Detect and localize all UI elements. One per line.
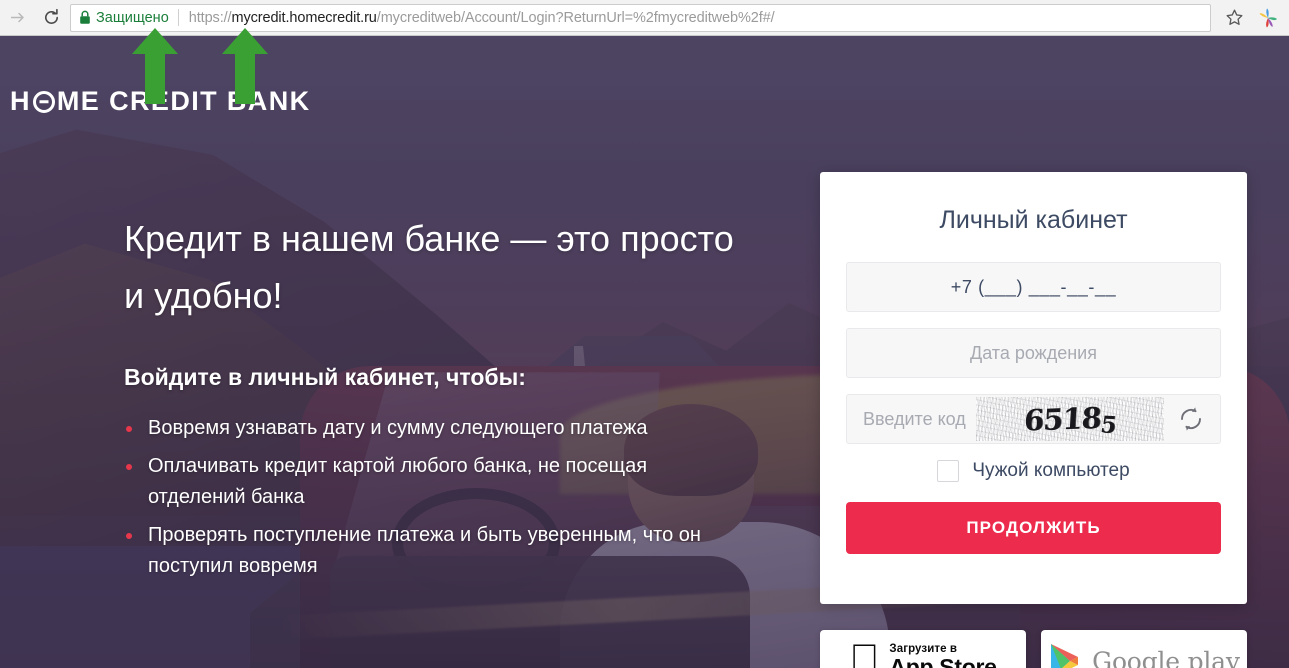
logo-text-part2: ME CREDIT BANK [56, 86, 311, 116]
continue-button[interactable]: ПРОДОЛЖИТЬ [846, 502, 1221, 554]
googleplay-badge[interactable]: Google play [1041, 630, 1247, 668]
refresh-captcha-button[interactable] [1168, 397, 1214, 441]
list-item: Проверять поступление платежа и быть уве… [124, 520, 744, 582]
birthdate-input[interactable]: Дата рождения [846, 328, 1221, 378]
captcha-input[interactable]: Введите код [863, 409, 966, 430]
benefits-list: Вовремя узнавать дату и сумму следующего… [124, 413, 744, 582]
appstore-big-text: App Store [874, 653, 997, 668]
secure-label: Защищено [96, 9, 169, 26]
list-item: Оплачивать кредит картой любого банка, н… [124, 451, 744, 513]
url-host: mycredit.homecredit.ru [231, 9, 377, 26]
green-arrow-to-secure-badge [132, 28, 178, 104]
page-title: Кредит в нашем банке — это просто и удоб… [124, 218, 734, 316]
lock-icon [80, 10, 90, 24]
url-path: /mycreditweb/Account/Login?ReturnUrl=%2f… [376, 9, 775, 26]
browser-toolbar: Защищено https://mycredit.homecredit.ru/… [0, 0, 1289, 36]
foreign-computer-row[interactable]: Чужой компьютер [846, 460, 1221, 482]
logo-text-part1: H [10, 86, 31, 116]
extension-pinwheel-icon[interactable] [1251, 1, 1285, 35]
green-arrow-to-url [222, 28, 268, 104]
url-scheme: https:// [188, 9, 232, 26]
logo-circle-mark-icon [32, 90, 55, 113]
captcha-code-tail: 5 [1098, 411, 1118, 440]
captcha-row: Введите код 65185 [846, 394, 1221, 444]
forward-arrow-icon[interactable] [0, 1, 34, 35]
birthdate-placeholder: Дата рождения [970, 342, 1097, 363]
foreign-computer-label: Чужой компьютер [972, 460, 1130, 481]
captcha-image: 65185 [975, 397, 1164, 441]
googleplay-label: Google play [1092, 646, 1240, 668]
security-status-badge[interactable]: Защищено [79, 10, 178, 26]
foreign-computer-checkbox[interactable] [937, 460, 960, 482]
hero-subhead: Войдите в личный кабинет, чтобы: [124, 364, 526, 390]
appstore-label: Загрузите в App Store [874, 643, 997, 668]
captcha-code: 65185 [1023, 400, 1118, 440]
appstore-badge[interactable]:  Загрузите в App Store [820, 630, 1026, 668]
web-page: H ME CREDIT BANK Кредит в нашем банке — э… [0, 36, 1289, 668]
reload-icon[interactable] [34, 1, 68, 35]
login-card-title: Личный кабинет [939, 206, 1128, 234]
star-icon[interactable] [1217, 1, 1251, 35]
list-item: Вовремя узнавать дату и сумму следующего… [124, 413, 744, 444]
phone-input[interactable]: +7 (___) ___-__-__ [846, 262, 1221, 312]
url-text: https://mycredit.homecredit.ru/mycreditw… [179, 10, 775, 26]
google-play-triangle-icon [1051, 644, 1079, 668]
captcha-code-main: 6518 [1023, 400, 1102, 438]
phone-input-value: +7 (___) ___-__-__ [950, 276, 1117, 297]
app-store-badges:  Загрузите в App Store Google play [820, 630, 1247, 668]
login-card: Личный кабинет +7 (___) ___-__-__ Дата р… [820, 172, 1247, 604]
hero-copy: Кредит в нашем банке — это просто и удоб… [124, 210, 744, 589]
refresh-icon [1181, 407, 1201, 431]
browser-window: Защищено https://mycredit.homecredit.ru/… [0, 0, 1289, 668]
apple-logo-icon:  [849, 639, 879, 668]
